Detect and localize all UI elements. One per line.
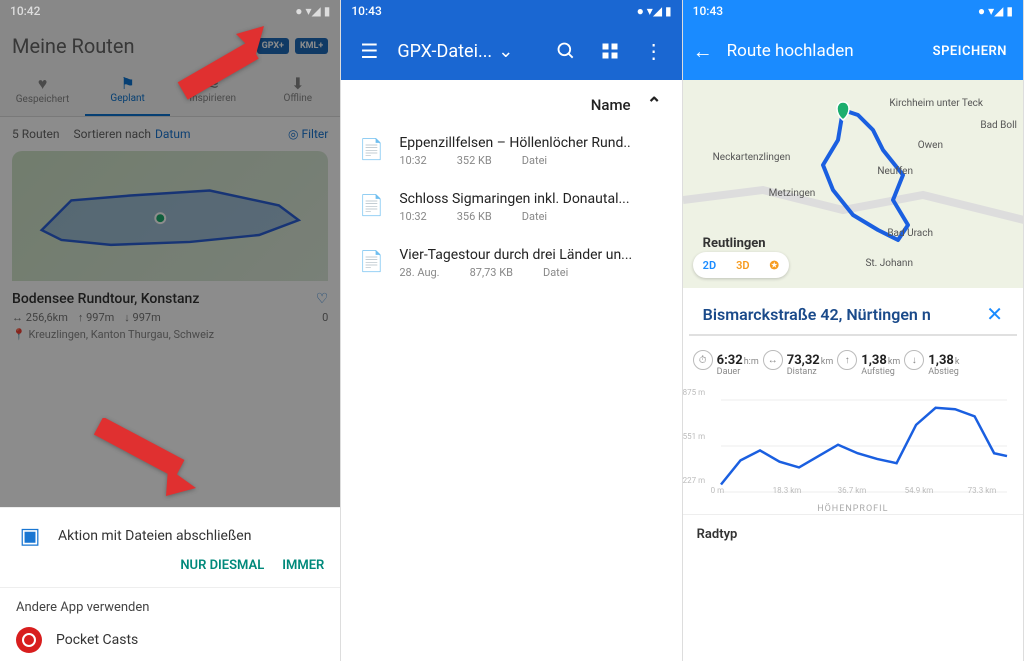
chevron-up-icon: ⌃ — [647, 94, 662, 115]
file-icon: 📄 — [359, 137, 381, 161]
file-icon: 📄 — [359, 193, 381, 217]
chart-axis-label: HÖHENPROFIL — [693, 504, 1013, 514]
status-icons: ● ▾◢ ▮ — [637, 4, 672, 18]
grid-view-icon[interactable] — [590, 31, 630, 71]
chevron-down-icon: ⌄ — [498, 41, 513, 62]
file-icon: 📄 — [359, 249, 381, 273]
always-button[interactable]: IMMER — [282, 558, 324, 573]
app-option-pocketcasts[interactable]: Pocket Casts — [16, 627, 324, 653]
ascent-icon: ↑ — [837, 350, 857, 370]
file-row[interactable]: 📄 Vier-Tagestour durch drei Länder un...… — [349, 235, 673, 291]
file-meta: 10:32352 KBDatei — [399, 154, 663, 167]
stat-duration: ⏱ 6:32h:mDauer — [693, 350, 759, 378]
status-time: 10:43 — [351, 4, 381, 18]
action-sheet: ▣ Aktion mit Dateien abschließen NUR DIE… — [0, 507, 340, 661]
panel-filepicker: 10:43 ● ▾◢ ▮ ☰ GPX-Datei... ⌄ ⋮ Name ⌃ 📄… — [341, 0, 682, 661]
route-address-row: Bismarckstraße 42, Nürtingen n ✕ — [689, 288, 1017, 336]
radtyp-section[interactable]: Radtyp — [683, 514, 1023, 554]
annotation-arrow-2 — [78, 418, 198, 508]
map-2d3d-toggle[interactable]: 2D 3D ✪ — [693, 252, 789, 278]
page-title: Route hochladen — [727, 41, 933, 61]
file-list: 📄 Eppenzillfelsen – Höllenlöcher Rund.. … — [341, 123, 681, 291]
status-bar: 10:43 ● ▾◢ ▮ — [341, 0, 681, 22]
pocketcasts-icon — [16, 627, 42, 653]
close-icon[interactable]: ✕ — [986, 302, 1003, 326]
file-name: Schloss Sigmaringen inkl. Donautal... — [399, 191, 663, 207]
file-row[interactable]: 📄 Schloss Sigmaringen inkl. Donautal... … — [349, 179, 673, 235]
sort-header[interactable]: Name ⌃ — [341, 80, 681, 123]
file-meta: 28. Aug.87,73 KBDatei — [399, 266, 663, 279]
file-name: Eppenzillfelsen – Höllenlöcher Rund.. — [399, 135, 663, 151]
back-icon[interactable]: ← — [693, 39, 727, 64]
status-icons: ● ▾◢ ▮ — [978, 4, 1013, 18]
route-address[interactable]: Bismarckstraße 42, Nürtingen n — [703, 305, 979, 324]
status-time: 10:42 — [10, 4, 40, 18]
just-once-button[interactable]: NUR DIESMAL — [180, 558, 264, 573]
annotation-arrow-1 — [156, 26, 266, 116]
folder-icon: ▣ — [16, 522, 44, 550]
menu-icon[interactable]: ☰ — [349, 31, 389, 71]
sort-column: Name — [591, 96, 631, 114]
clock-icon: ⏱ — [693, 350, 713, 370]
distance-icon: ↔ — [763, 350, 783, 370]
file-name: Vier-Tagestour durch drei Länder un... — [399, 247, 663, 263]
elevation-chart[interactable]: 875 m 551 m 227 m 0 m 18.3 km 36.7 km 54… — [683, 384, 1023, 514]
badge-icon: ✪ — [760, 259, 789, 272]
file-row[interactable]: 📄 Eppenzillfelsen – Höllenlöcher Rund.. … — [349, 123, 673, 179]
sheet-title: Aktion mit Dateien abschließen — [58, 528, 251, 544]
status-bar: 10:42 ● ▾◢ ▮ — [0, 0, 340, 22]
file-meta: 10:32356 KBDatei — [399, 210, 663, 223]
panel-routes: 10:42 ● ▾◢ ▮ Meine Routen GPX+ KML+ ♥Ges… — [0, 0, 341, 661]
more-icon[interactable]: ⋮ — [634, 31, 674, 71]
folder-title[interactable]: GPX-Datei... ⌄ — [393, 41, 541, 62]
other-app-label: Andere App verwenden — [16, 600, 324, 615]
status-bar: 10:43 ● ▾◢ ▮ — [683, 0, 1023, 22]
stat-ascent: ↑ 1,38kmAufstieg — [837, 350, 900, 378]
status-time: 10:43 — [693, 4, 723, 18]
route-stats: ⏱ 6:32h:mDauer ↔ 73,32kmDistanz ↑ 1,38km… — [683, 336, 1023, 384]
save-button[interactable]: SPEICHERN — [933, 44, 1013, 59]
panel-upload-route: 10:43 ● ▾◢ ▮ ← Route hochladen SPEICHERN… — [683, 0, 1024, 661]
route-map[interactable]: Kirchheim unter Teck Neckartenzlingen Me… — [683, 80, 1023, 288]
status-icons: ● ▾◢ ▮ — [295, 4, 330, 18]
stat-distance: ↔ 73,32kmDistanz — [763, 350, 834, 378]
descent-icon: ↓ — [904, 350, 924, 370]
stat-descent: ↓ 1,38kAbstieg — [904, 350, 959, 378]
search-icon[interactable] — [546, 31, 586, 71]
